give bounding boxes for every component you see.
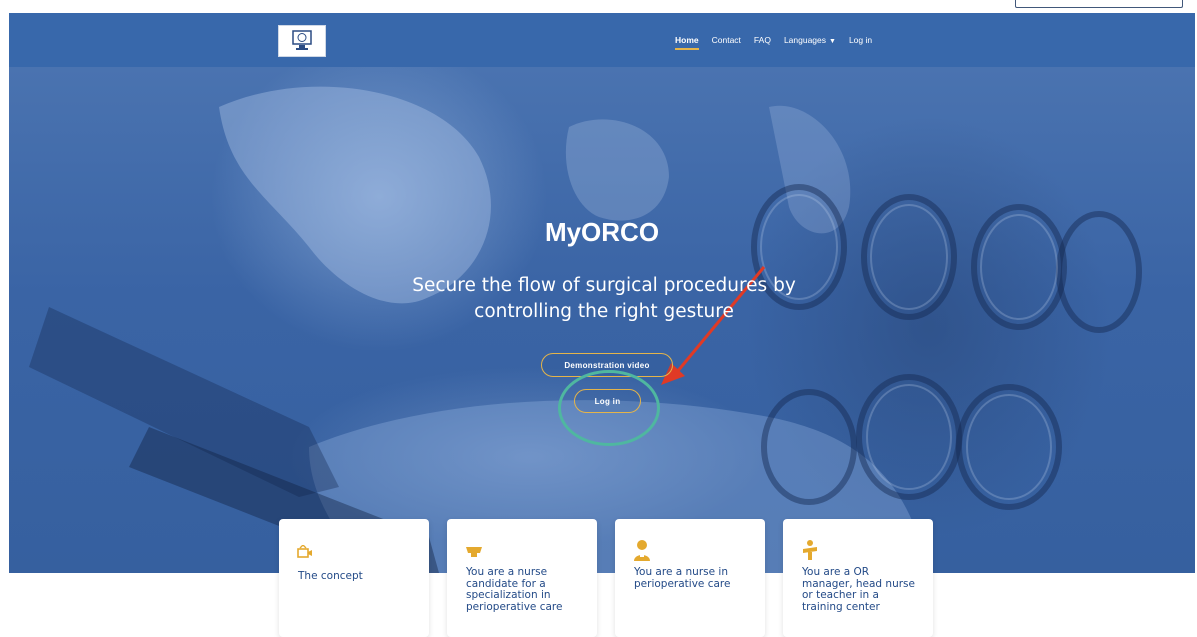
nav-faq[interactable]: FAQ [754, 35, 771, 45]
main-menu: Home Contact FAQ Languages ▼ Log in [675, 35, 885, 50]
card-nurse-candidate-text: You are a nurse candidate for a speciali… [466, 566, 563, 613]
card-or-manager-text: You are a OR manager, head nurse or teac… [802, 566, 915, 613]
nurse-icon [634, 540, 650, 561]
card-concept-text: The concept [298, 570, 363, 582]
hero-subtitle: Secure the flow of surgical procedures b… [412, 275, 796, 322]
site-logo[interactable] [278, 25, 326, 57]
logo-icon [292, 30, 312, 50]
card-nurse-candidate[interactable]: You are a nurse candidate for a speciali… [447, 519, 597, 637]
card-concept[interactable]: The concept [279, 519, 429, 637]
graduation-cap-icon [466, 547, 482, 557]
video-icon [297, 545, 312, 558]
website-page: MyORCO Secure the flow of surgical proce… [9, 13, 1195, 573]
card-nurse-perioperative-text: You are a nurse in perioperative care [634, 566, 731, 590]
annotation-circle [558, 370, 660, 446]
corner-outline [1015, 0, 1183, 8]
hero-section: MyORCO Secure the flow of surgical proce… [9, 67, 1195, 573]
nav-languages[interactable]: Languages ▼ [784, 35, 836, 45]
card-nurse-perioperative[interactable]: You are a nurse in perioperative care [615, 519, 765, 637]
nav-login[interactable]: Log in [849, 35, 872, 45]
nav-languages-label: Languages [783, 35, 827, 45]
navbar: Home Contact FAQ Languages ▼ Log in [9, 13, 1195, 67]
card-or-manager[interactable]: You are a OR manager, head nurse or teac… [783, 519, 933, 637]
nav-home[interactable]: Home [675, 35, 699, 50]
hero-title: MyORCO [544, 217, 660, 247]
chevron-down-icon: ▼ [829, 38, 836, 45]
manager-icon [803, 540, 817, 560]
nav-contact[interactable]: Contact [712, 35, 741, 45]
